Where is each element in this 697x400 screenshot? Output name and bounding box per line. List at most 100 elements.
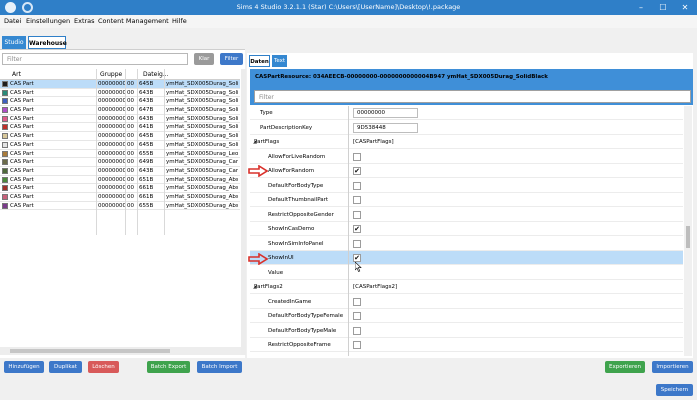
table-row[interactable]: CAS Part 00000000 00 643B ymHat_SDX005Durag_… xyxy=(0,167,240,176)
property-row[interactable]: RestrictOppositeFrame xyxy=(250,338,683,352)
cell-instance: 661B xyxy=(139,185,154,192)
property-value-field[interactable]: 00000000 xyxy=(353,108,418,118)
table-row[interactable]: CAS Part 00000000 00 643B ymHat_SDX005Durag_… xyxy=(0,115,240,124)
table-row[interactable]: CAS Part 00000000 00 649B ymHat_SDX005Durag_… xyxy=(0,158,240,167)
property-label: PartFlags2 xyxy=(254,284,283,290)
property-filter-input[interactable]: Filter xyxy=(254,90,691,103)
property-checkbox[interactable]: ✔ xyxy=(353,254,361,262)
batch-export-button[interactable]: Batch Export xyxy=(147,361,190,373)
resource-filter-input[interactable]: Filter xyxy=(2,53,188,65)
maximize-button[interactable]: ☐ xyxy=(652,0,674,15)
table-row[interactable]: CAS Part 00000000 00 643B ymHat_SDX005Durag_… xyxy=(0,89,240,98)
cell-instance: 643B xyxy=(139,98,154,105)
cell-name: ymHat_SDX005Durag_Abst xyxy=(166,185,238,192)
menu-einstellungen[interactable]: Einstellungen xyxy=(26,17,70,25)
property-checkbox[interactable] xyxy=(353,239,361,248)
property-row[interactable]: RestrictOppositeGender xyxy=(250,208,683,222)
property-row[interactable]: ShowInCasDemo ✔ xyxy=(250,222,683,236)
property-row[interactable]: ShowInSimInfoPanel xyxy=(250,237,683,251)
property-checkbox[interactable] xyxy=(353,297,361,306)
table-row[interactable]: CAS Part 00000000 00 647B ymHat_SDX005Durag_… xyxy=(0,106,240,115)
table-row[interactable]: CAS Part 00000000 00 661B ymHat_SDX005Durag_… xyxy=(0,184,240,193)
property-value-field[interactable]: 9D538448 xyxy=(353,122,418,133)
property-checkbox[interactable]: ✔ xyxy=(353,167,361,175)
table-row[interactable]: CAS Part 00000000 00 655B ymHat_SDX005Durag_… xyxy=(0,202,240,211)
menu-hilfe[interactable]: Hilfe xyxy=(172,17,187,25)
delete-button[interactable]: Löschen xyxy=(88,361,119,373)
table-row[interactable]: CAS Part 00000000 00 645B ymHat_SDX005Durag_… xyxy=(0,80,240,89)
color-swatch xyxy=(2,81,8,87)
property-label: CreatedInGame xyxy=(268,298,312,305)
table-row[interactable]: CAS Part 00000000 00 645B ymHat_SDX005Durag_… xyxy=(0,141,240,150)
property-checkbox[interactable] xyxy=(353,196,361,204)
export-button[interactable]: Exportieren xyxy=(605,361,645,373)
property-row[interactable]: DefaultThumbnailPart xyxy=(250,193,683,207)
property-row[interactable]: ShowInUI ✔ xyxy=(250,251,683,265)
property-scrollbar[interactable] xyxy=(684,106,692,356)
property-checkbox[interactable] xyxy=(353,152,361,161)
color-swatch xyxy=(2,124,8,131)
property-checkbox[interactable] xyxy=(353,210,361,219)
property-row[interactable]: DefaultForBodyTypeFemale xyxy=(250,309,683,323)
column-art[interactable]: Art xyxy=(12,71,21,78)
scrollbar-thumb[interactable] xyxy=(686,226,690,248)
minimize-button[interactable]: – xyxy=(630,0,652,15)
property-row[interactable]: ◢ PartFlags [CASPartFlags] xyxy=(250,135,683,149)
clear-filter-button[interactable]: Klar xyxy=(194,53,214,65)
menu-content-management[interactable]: Content Management xyxy=(98,17,169,25)
property-checkbox[interactable] xyxy=(353,341,361,349)
table-row[interactable]: CAS Part 00000000 00 661B ymHat_SDX005Durag_… xyxy=(0,193,240,202)
close-button[interactable]: ✕ xyxy=(674,0,696,15)
property-checkbox[interactable] xyxy=(353,326,361,335)
apply-filter-button[interactable]: Filter xyxy=(220,53,243,65)
tab-warehouse[interactable]: Warehouse xyxy=(28,36,67,49)
property-label: RestrictOppositeFrame xyxy=(268,342,331,348)
table-header: Art Gruppe Dateig... xyxy=(0,69,240,80)
tab-studio[interactable]: Studio xyxy=(2,36,26,49)
property-label: Type xyxy=(260,110,273,116)
table-row[interactable]: CAS Part 00000000 00 655B ymHat_SDX005Durag_… xyxy=(0,150,240,159)
property-checkbox[interactable] xyxy=(353,312,361,320)
table-row[interactable]: CAS Part 00000000 00 651B ymHat_SDX005Durag_… xyxy=(0,176,240,185)
table-row[interactable]: CAS Part 00000000 00 641B ymHat_SDX005Durag_… xyxy=(0,123,240,133)
cell-type: CAS Part xyxy=(10,141,34,148)
property-row[interactable]: CreatedInGame xyxy=(250,295,683,309)
property-row[interactable]: Type 00000000 xyxy=(250,106,683,120)
property-row[interactable]: ◢ PartFlags2 [CASPartFlags2] xyxy=(250,280,683,294)
horizontal-scrollbar[interactable] xyxy=(0,347,241,355)
color-swatch xyxy=(2,185,8,192)
cell-type: CAS Part xyxy=(10,98,34,105)
property-row[interactable]: DefaultForBodyTypeMale xyxy=(250,324,683,338)
color-swatch xyxy=(2,115,8,122)
property-checkbox[interactable]: ✔ xyxy=(353,225,361,233)
property-row[interactable]: DefaultForBodyType xyxy=(250,179,683,193)
property-row[interactable]: Value xyxy=(250,266,683,280)
property-label: RestrictOppositeGender xyxy=(268,211,334,218)
vertical-scrollbar[interactable] xyxy=(241,69,246,355)
cell-extra: 00 xyxy=(127,176,134,183)
menu-extras[interactable]: Extras xyxy=(74,17,95,25)
table-row[interactable]: CAS Part 00000000 00 645B ymHat_SDX005Durag_… xyxy=(0,132,240,141)
cell-instance: 651B xyxy=(139,176,154,183)
duplicate-button[interactable]: Duplikat xyxy=(49,361,82,373)
tab-text[interactable]: Text xyxy=(272,55,287,67)
add-button[interactable]: Hinzufügen xyxy=(4,361,44,373)
save-button[interactable]: Speichern xyxy=(656,384,693,396)
batch-import-button[interactable]: Batch Import xyxy=(197,361,242,373)
property-row[interactable]: AllowForLiveRandom xyxy=(250,150,683,164)
cell-extra: 00 xyxy=(127,202,134,209)
menu-datei[interactable]: Datei xyxy=(4,17,21,25)
import-button[interactable]: Importieren xyxy=(652,361,693,373)
property-checkbox[interactable] xyxy=(353,181,361,190)
property-row[interactable]: AllowForRandom ✔ xyxy=(250,164,683,178)
property-row[interactable]: PartDescriptionKey 9D538448 xyxy=(250,121,683,135)
color-swatch xyxy=(2,193,8,200)
cell-instance: 661B xyxy=(139,193,154,200)
tab-daten[interactable]: Daten xyxy=(249,55,270,67)
cell-extra: 00 xyxy=(127,89,134,96)
scrollbar-thumb[interactable] xyxy=(10,349,170,353)
mouse-cursor-icon xyxy=(355,262,362,272)
column-gruppe[interactable]: Gruppe xyxy=(100,71,122,78)
table-row[interactable]: CAS Part 00000000 00 643B ymHat_SDX005Durag_… xyxy=(0,97,240,107)
cell-group: 00000000 xyxy=(98,89,126,96)
